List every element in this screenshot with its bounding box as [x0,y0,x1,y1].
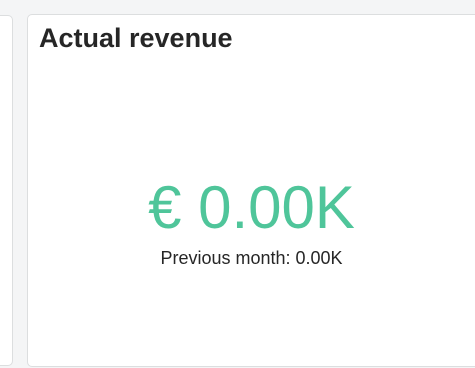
currency-symbol: € [148,174,182,241]
previous-month-value: 0.00K [295,248,343,268]
previous-month-comparison: Previous month: 0.00K [28,247,475,269]
actual-revenue-card: Actual revenue € 0.00K Previous month: 0… [27,14,475,367]
card-title: Actual revenue [39,23,233,53]
kpi-value: € 0.00K [28,175,475,241]
kpi-amount: 0.00K [198,174,355,241]
adjacent-kpi-card [0,15,13,366]
previous-month-label: Previous month: [160,248,291,268]
dashboard-stage: Actual revenue € 0.00K Previous month: 0… [0,0,475,368]
